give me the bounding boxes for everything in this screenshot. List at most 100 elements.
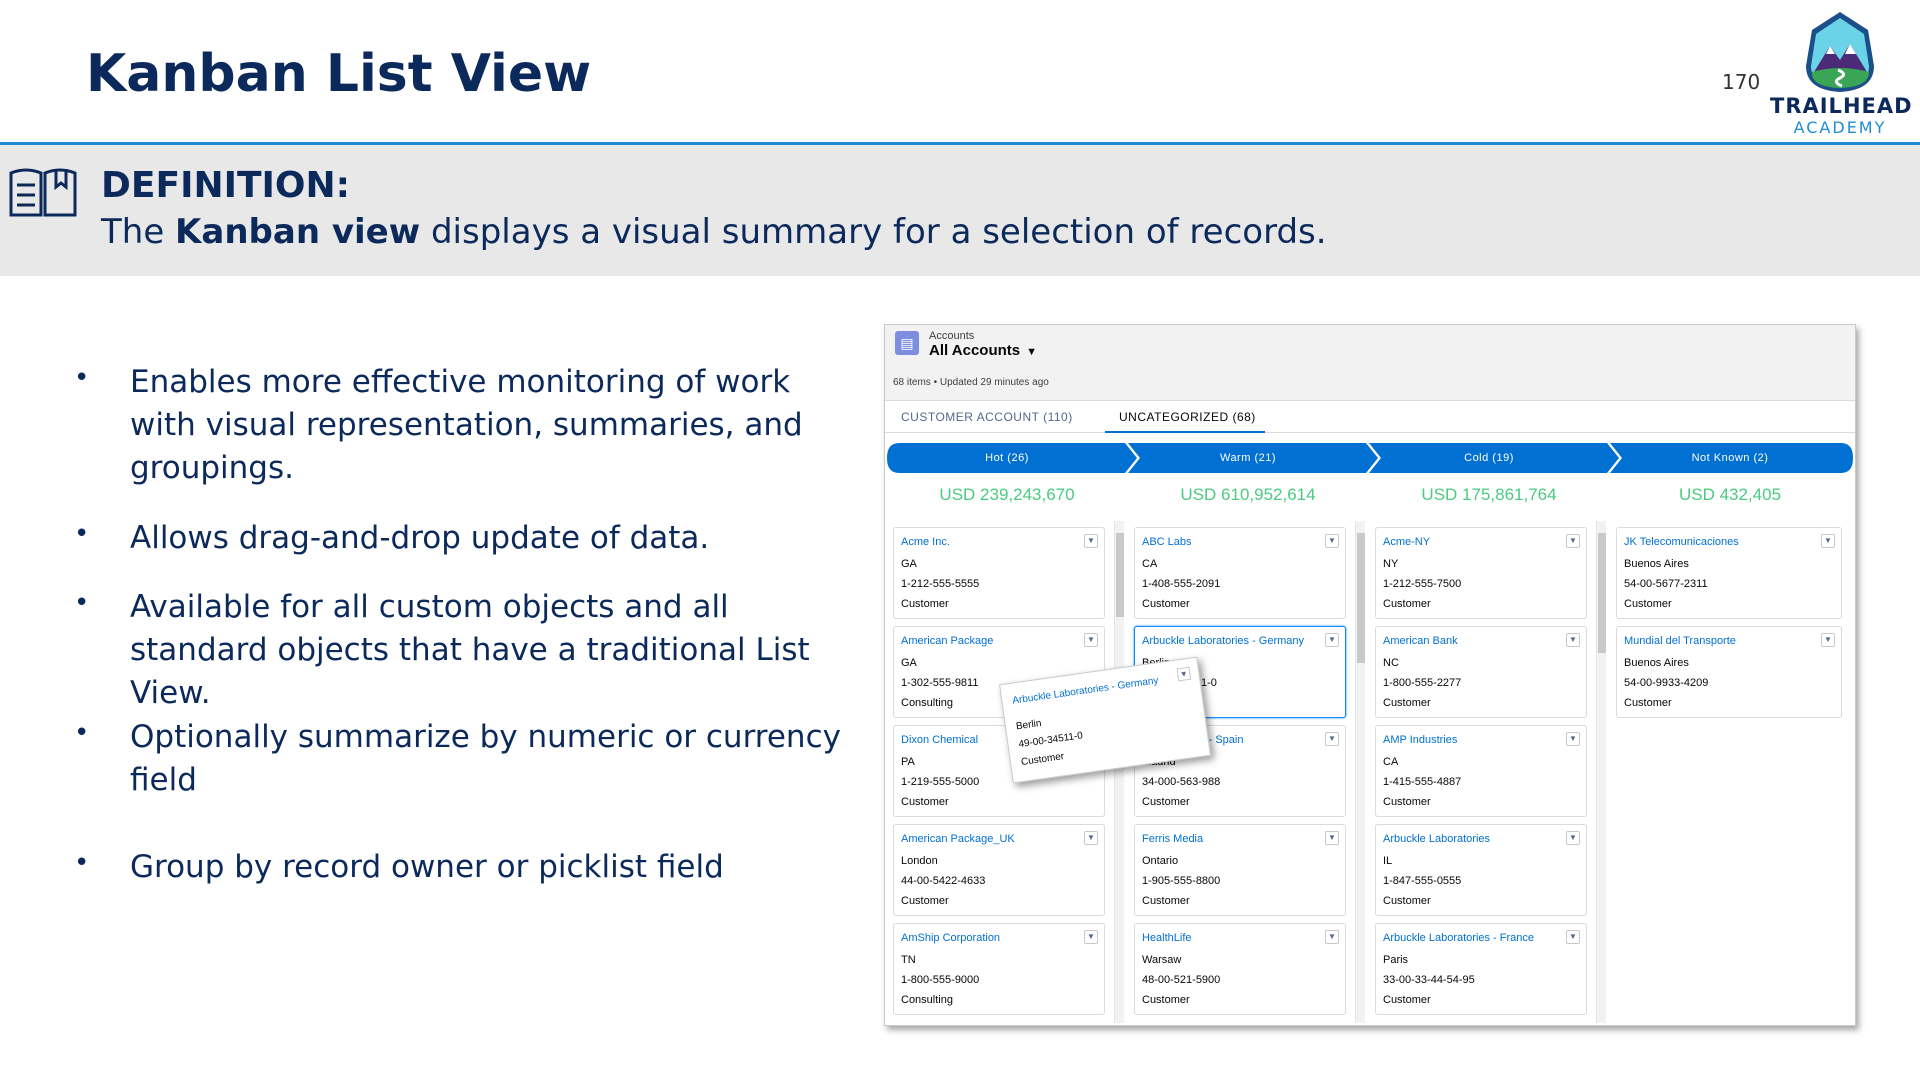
record-name-link[interactable]: Arbuckle Laboratories - Germany bbox=[1142, 635, 1304, 647]
column-scrollbar[interactable] bbox=[1596, 521, 1606, 1023]
record-name-link[interactable]: American Package bbox=[901, 635, 993, 647]
scroll-thumb[interactable] bbox=[1116, 533, 1124, 617]
kanban-board-screenshot: ▤ Accounts All Accounts ▼ 68 items • Upda… bbox=[884, 324, 1856, 1026]
card-menu-icon[interactable]: ▼ bbox=[1566, 831, 1580, 845]
card-menu-icon[interactable]: ▼ bbox=[1566, 534, 1580, 548]
record-field: CA bbox=[1383, 756, 1399, 768]
record-field: 1-219-555-5000 bbox=[901, 776, 980, 788]
record-field: London bbox=[901, 855, 938, 867]
card-menu-icon[interactable]: ▼ bbox=[1084, 930, 1098, 944]
chevron-down-icon: ▼ bbox=[1026, 346, 1038, 358]
stage-label: Not Known (2) bbox=[1691, 452, 1769, 464]
card-menu-icon[interactable]: ▼ bbox=[1325, 831, 1339, 845]
record-field: Buenos Aires bbox=[1624, 558, 1689, 570]
record-field: 1-905-555-8800 bbox=[1142, 875, 1221, 887]
record-card[interactable]: HealthLife ▼ Warsaw 48-00-521-5900 Custo… bbox=[1134, 923, 1346, 1015]
record-field: Customer bbox=[1383, 994, 1431, 1006]
card-menu-icon[interactable]: ▼ bbox=[1325, 732, 1339, 746]
record-card[interactable]: Acme Inc. ▼ GA 1-212-555-5555 Customer bbox=[893, 527, 1105, 619]
card-menu-icon[interactable]: ▼ bbox=[1325, 930, 1339, 944]
card-menu-icon[interactable]: ▼ bbox=[1084, 534, 1098, 548]
record-field: 54-00-9933-4209 bbox=[1624, 677, 1709, 689]
list-view-header: ▤ Accounts All Accounts ▼ 68 items • Upda… bbox=[885, 325, 1855, 401]
scroll-thumb[interactable] bbox=[1598, 533, 1606, 653]
record-name-link[interactable]: Mundial del Transporte bbox=[1624, 635, 1736, 647]
record-name-link[interactable]: AMP Industries bbox=[1383, 734, 1457, 746]
record-card[interactable]: Mundial del Transporte ▼ Buenos Aires 54… bbox=[1616, 626, 1842, 718]
record-name-link[interactable]: Arbuckle Laboratories bbox=[1383, 833, 1490, 845]
definition-band: DEFINITION: The Kanban view displays a v… bbox=[0, 145, 1920, 276]
mountain-badge-icon bbox=[1806, 12, 1874, 92]
record-card[interactable]: Arbuckle Laboratories ▼ IL 1-847-555-055… bbox=[1375, 824, 1587, 916]
column-scrollbar[interactable] bbox=[1114, 521, 1124, 1023]
column-total: USD 175,861,764 bbox=[1421, 485, 1557, 504]
record-field: Consulting bbox=[901, 697, 953, 709]
card-menu-icon[interactable]: ▼ bbox=[1325, 633, 1339, 647]
record-name-link[interactable]: ABC Labs bbox=[1142, 536, 1192, 548]
card-menu-icon[interactable]: ▼ bbox=[1084, 633, 1098, 647]
bullet-text: Available for all custom objects and all… bbox=[130, 589, 810, 711]
record-field: Customer bbox=[1142, 598, 1190, 610]
card-menu-icon[interactable]: ▼ bbox=[1084, 831, 1098, 845]
tab-uncategorized[interactable]: UNCATEGORIZED (68) bbox=[1119, 410, 1256, 424]
record-field: 1-800-555-9000 bbox=[901, 974, 980, 986]
record-field: IL bbox=[1383, 855, 1393, 867]
record-name-link[interactable]: American Package_UK bbox=[901, 833, 1015, 845]
record-field: CA bbox=[1142, 558, 1158, 570]
stage-label: Cold (19) bbox=[1464, 452, 1514, 464]
kanban-tabs: CUSTOMER ACCOUNT (110) UNCATEGORIZED (68… bbox=[885, 401, 1855, 433]
record-name-link[interactable]: Dixon Chemical bbox=[901, 734, 978, 746]
scroll-thumb[interactable] bbox=[1357, 533, 1365, 663]
definition-text-end: displays a visual summary for a selectio… bbox=[420, 212, 1327, 252]
record-field: Customer bbox=[901, 796, 949, 808]
card-menu-icon[interactable]: ▼ bbox=[1566, 930, 1580, 944]
record-card[interactable]: Arbuckle Laboratories - France ▼ Paris 3… bbox=[1375, 923, 1587, 1015]
record-name-link[interactable]: American Bank bbox=[1383, 635, 1458, 647]
record-card[interactable]: American Package_UK ▼ London 44-00-5422-… bbox=[893, 824, 1105, 916]
record-field: Customer bbox=[1383, 598, 1431, 610]
record-name-link[interactable]: Arbuckle Laboratories - Germany bbox=[1012, 675, 1159, 706]
record-name-link[interactable]: Acme-NY bbox=[1383, 536, 1430, 548]
record-card[interactable]: Acme-NY ▼ NY 1-212-555-7500 Customer bbox=[1375, 527, 1587, 619]
tab-customer-account[interactable]: CUSTOMER ACCOUNT (110) bbox=[901, 410, 1073, 424]
record-name-link[interactable]: Acme Inc. bbox=[901, 536, 950, 548]
bullet-dot: • bbox=[74, 363, 90, 393]
card-menu-icon[interactable]: ▼ bbox=[1821, 633, 1835, 647]
record-card[interactable]: American Bank ▼ NC 1-800-555-2277 Custom… bbox=[1375, 626, 1587, 718]
record-field: Warsaw bbox=[1142, 954, 1182, 966]
record-card[interactable]: Ferris Media ▼ Ontario 1-905-555-8800 Cu… bbox=[1134, 824, 1346, 916]
record-field: 49-00-34511-0 bbox=[1017, 730, 1084, 751]
record-field: NY bbox=[1383, 558, 1399, 570]
accounts-object-icon: ▤ bbox=[895, 331, 919, 355]
logo-text-academy: ACADEMY bbox=[1793, 118, 1887, 137]
record-name-link[interactable]: JK Telecomunicaciones bbox=[1624, 536, 1739, 548]
card-menu-icon[interactable]: ▼ bbox=[1325, 534, 1339, 548]
bullet-dot: • bbox=[74, 848, 90, 878]
card-menu-icon[interactable]: ▼ bbox=[1566, 633, 1580, 647]
record-field: Customer bbox=[1142, 994, 1190, 1006]
record-card[interactable]: AmShip Corporation ▼ TN 1-800-555-9000 C… bbox=[893, 923, 1105, 1015]
record-field: 1-212-555-5555 bbox=[901, 578, 980, 590]
record-name-link[interactable]: Arbuckle Laboratories - France bbox=[1383, 932, 1534, 944]
column-scrollbar[interactable] bbox=[1355, 521, 1365, 1023]
record-field: 48-00-521-5900 bbox=[1142, 974, 1221, 986]
record-name-link[interactable]: HealthLife bbox=[1142, 932, 1192, 944]
record-card[interactable]: JK Telecomunicaciones ▼ Buenos Aires 54-… bbox=[1616, 527, 1842, 619]
record-field: 33-00-33-44-54-95 bbox=[1383, 974, 1475, 986]
record-name-link[interactable]: Ferris Media bbox=[1142, 833, 1203, 845]
card-menu-icon[interactable]: ▼ bbox=[1176, 666, 1192, 682]
list-view-selector[interactable]: All Accounts ▼ bbox=[929, 342, 1037, 359]
record-field: Buenos Aires bbox=[1624, 657, 1689, 669]
record-field: Customer bbox=[901, 895, 949, 907]
record-field: 1-408-555-2091 bbox=[1142, 578, 1221, 590]
card-menu-icon[interactable]: ▼ bbox=[1566, 732, 1580, 746]
open-book-icon bbox=[9, 168, 77, 217]
record-field: GA bbox=[901, 657, 917, 669]
record-card[interactable]: AMP Industries ▼ CA 1-415-555-4887 Custo… bbox=[1375, 725, 1587, 817]
record-card[interactable]: ABC Labs ▼ CA 1-408-555-2091 Customer bbox=[1134, 527, 1346, 619]
card-menu-icon[interactable]: ▼ bbox=[1821, 534, 1835, 548]
record-name-link[interactable]: AmShip Corporation bbox=[901, 932, 1000, 944]
list-view-meta: 68 items • Updated 29 minutes ago bbox=[893, 377, 1049, 388]
stage-label: Warm (21) bbox=[1219, 452, 1277, 464]
record-field: Customer bbox=[1624, 697, 1672, 709]
